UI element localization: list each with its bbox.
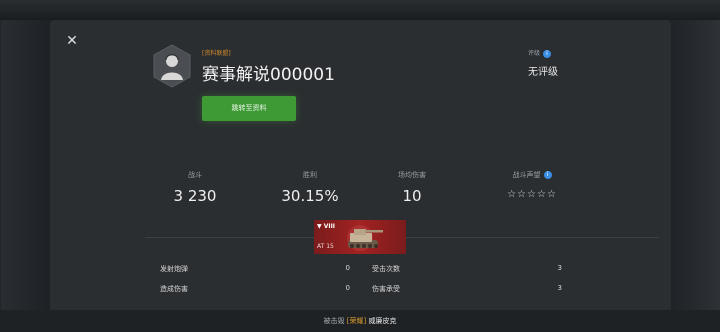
rating-label: 评级 i [528, 48, 552, 58]
battle-stat-label: 发射炮弹 [160, 265, 188, 273]
stat-value: 30.15% [281, 187, 339, 205]
stat-value: 3 230 [173, 187, 217, 205]
player-info-dialog: ✕ [资料联盟] 赛事解说000001 跳转至资料 评级 i 无评级 战斗 3 2… [50, 20, 671, 332]
stat-label-text: 战斗声望 [512, 171, 541, 179]
tank-tier: ▼ VIII [317, 223, 336, 230]
stat-victories: 胜利 30.15% [265, 170, 355, 205]
battle-stat-value: 0 [345, 264, 350, 272]
battle-stat-value: 3 [557, 284, 562, 292]
battle-stat-label: 伤害承受 [372, 285, 400, 293]
stat-label: 胜利 [303, 171, 317, 179]
battle-stat-row: 造成伤害 0 [160, 284, 350, 294]
destroyed-by-bar: 被击毁 [荣耀] 威廉皮克 [0, 310, 720, 332]
player-name: 赛事解说000001 [202, 65, 335, 85]
destroyed-by-prefix: 被击毁 [323, 317, 345, 325]
background-right [668, 0, 720, 332]
battle-stat-label: 受击次数 [372, 265, 400, 273]
rating-value: 无评级 [528, 67, 558, 78]
info-icon[interactable]: i [543, 171, 552, 179]
stat-avg-damage: 场均伤害 10 [367, 170, 457, 205]
background-left [0, 0, 52, 332]
rating-label-text: 评级 [528, 50, 541, 57]
background-top [0, 0, 720, 20]
tank-icon [347, 225, 383, 251]
stat-label: 战斗 [188, 171, 202, 179]
reputation-stars: ☆☆☆☆☆ [507, 189, 557, 200]
battle-stat-row: 受击次数 3 [372, 264, 562, 274]
info-icon[interactable]: i [543, 49, 552, 58]
battle-stat-value: 0 [345, 284, 350, 292]
battle-stat-row: 伤害承受 3 [372, 284, 562, 294]
tank-code: AT 15 [317, 243, 334, 250]
killer-clan-tag: [荣耀] [346, 317, 367, 325]
close-icon[interactable]: ✕ [64, 33, 80, 49]
clan-tag: [资料联盟] [202, 50, 231, 57]
battle-stat-row: 发射炮弹 0 [160, 264, 350, 274]
stat-label: 场均伤害 [398, 171, 426, 179]
stat-battle-reputation: 战斗声望 i ☆☆☆☆☆ [482, 170, 582, 200]
stat-value: 10 [402, 187, 422, 205]
stat-battles: 战斗 3 230 [150, 170, 240, 205]
go-to-profile-button[interactable]: 跳转至资料 [202, 96, 296, 121]
battle-stat-label: 造成伤害 [160, 285, 188, 293]
battle-stat-value: 3 [557, 264, 562, 272]
tank-badge: ▼ VIII AT 15 [314, 220, 406, 254]
stat-label: 战斗声望 i [482, 170, 582, 182]
killer-tank-name: 威廉皮克 [368, 317, 397, 325]
avatar [153, 44, 191, 88]
